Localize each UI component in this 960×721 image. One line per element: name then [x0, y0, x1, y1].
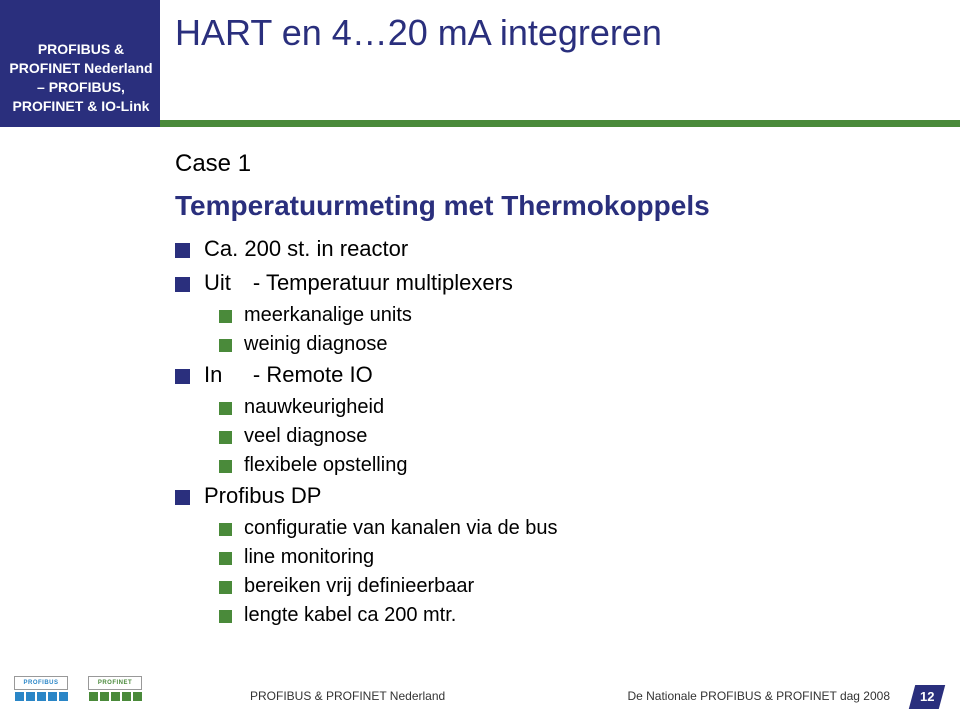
bullet-text: meerkanalige units	[244, 304, 412, 327]
sidebar-line4: PROFINET & IO-Link	[6, 97, 156, 116]
bullet-text: Ca. 200 st. in reactor	[204, 236, 408, 262]
slide-content: Case 1 Temperatuurmeting met Thermokoppe…	[175, 150, 895, 633]
footer: PROFIBUS & PROFINET Nederland De Nationa…	[0, 679, 960, 709]
slide-title: HART en 4…20 mA integreren	[175, 12, 662, 54]
slide: PROFIBUS & PROFINET Nederland – PROFIBUS…	[0, 0, 960, 721]
bullet-text: lengte kabel ca 200 mtr.	[244, 604, 456, 627]
bullet-l2: lengte kabel ca 200 mtr.	[219, 604, 895, 627]
bullet-text: flexibele opstelling	[244, 454, 407, 477]
page-number-badge: 12	[909, 685, 945, 709]
bullet-square-icon	[219, 310, 232, 323]
sidebar-line3: – PROFIBUS,	[6, 78, 156, 97]
bullet-l2: configuratie van kanalen via de bus	[219, 517, 895, 540]
bullet-square-icon	[175, 277, 190, 292]
bullet-square-icon	[219, 339, 232, 352]
bullet-square-icon	[175, 243, 190, 258]
bullet-l2: weinig diagnose	[219, 333, 895, 356]
bullet-square-icon	[219, 402, 232, 415]
bullet-l2: veel diagnose	[219, 425, 895, 448]
sidebar-line1: PROFIBUS &	[6, 40, 156, 59]
bullet-square-icon	[219, 431, 232, 444]
page-number: 12	[920, 685, 934, 709]
bullet-text: nauwkeurigheid	[244, 396, 384, 419]
subheading: Temperatuurmeting met Thermokoppels	[175, 190, 895, 222]
bullet-square-icon	[175, 490, 190, 505]
bullet-l2: line monitoring	[219, 546, 895, 569]
bullet-square-icon	[219, 460, 232, 473]
bullet-square-icon	[219, 610, 232, 623]
bullet-text: line monitoring	[244, 546, 374, 569]
bullet-l2: flexibele opstelling	[219, 454, 895, 477]
bullet-square-icon	[219, 552, 232, 565]
footer-right-text: De Nationale PROFIBUS & PROFINET dag 200…	[627, 689, 890, 703]
bullet-text: veel diagnose	[244, 425, 367, 448]
bullet-text: Profibus DP	[204, 483, 321, 509]
bullet-l2: bereiken vrij definieerbaar	[219, 575, 895, 598]
bullet-text: Uit - Temperatuur multiplexers	[204, 270, 513, 296]
bullet-square-icon	[219, 523, 232, 536]
case-label: Case 1	[175, 150, 895, 178]
bullet-l2: meerkanalige units	[219, 304, 895, 327]
bullet-text: bereiken vrij definieerbaar	[244, 575, 474, 598]
bullet-l2: nauwkeurigheid	[219, 396, 895, 419]
bullet-l1: Profibus DP	[175, 483, 895, 509]
bullet-text: weinig diagnose	[244, 333, 387, 356]
bullet-square-icon	[175, 369, 190, 384]
bullet-square-icon	[219, 581, 232, 594]
footer-left-text: PROFIBUS & PROFINET Nederland	[250, 689, 445, 703]
sidebar-line2: PROFINET Nederland	[6, 59, 156, 78]
bullet-l1: Uit - Temperatuur multiplexers	[175, 270, 895, 296]
bullet-text: In - Remote IO	[204, 362, 373, 388]
bullet-text: configuratie van kanalen via de bus	[244, 517, 558, 540]
bullet-l1: Ca. 200 st. in reactor	[175, 236, 895, 262]
bullet-l1: In - Remote IO	[175, 362, 895, 388]
sidebar-org-label: PROFIBUS & PROFINET Nederland – PROFIBUS…	[6, 40, 156, 116]
